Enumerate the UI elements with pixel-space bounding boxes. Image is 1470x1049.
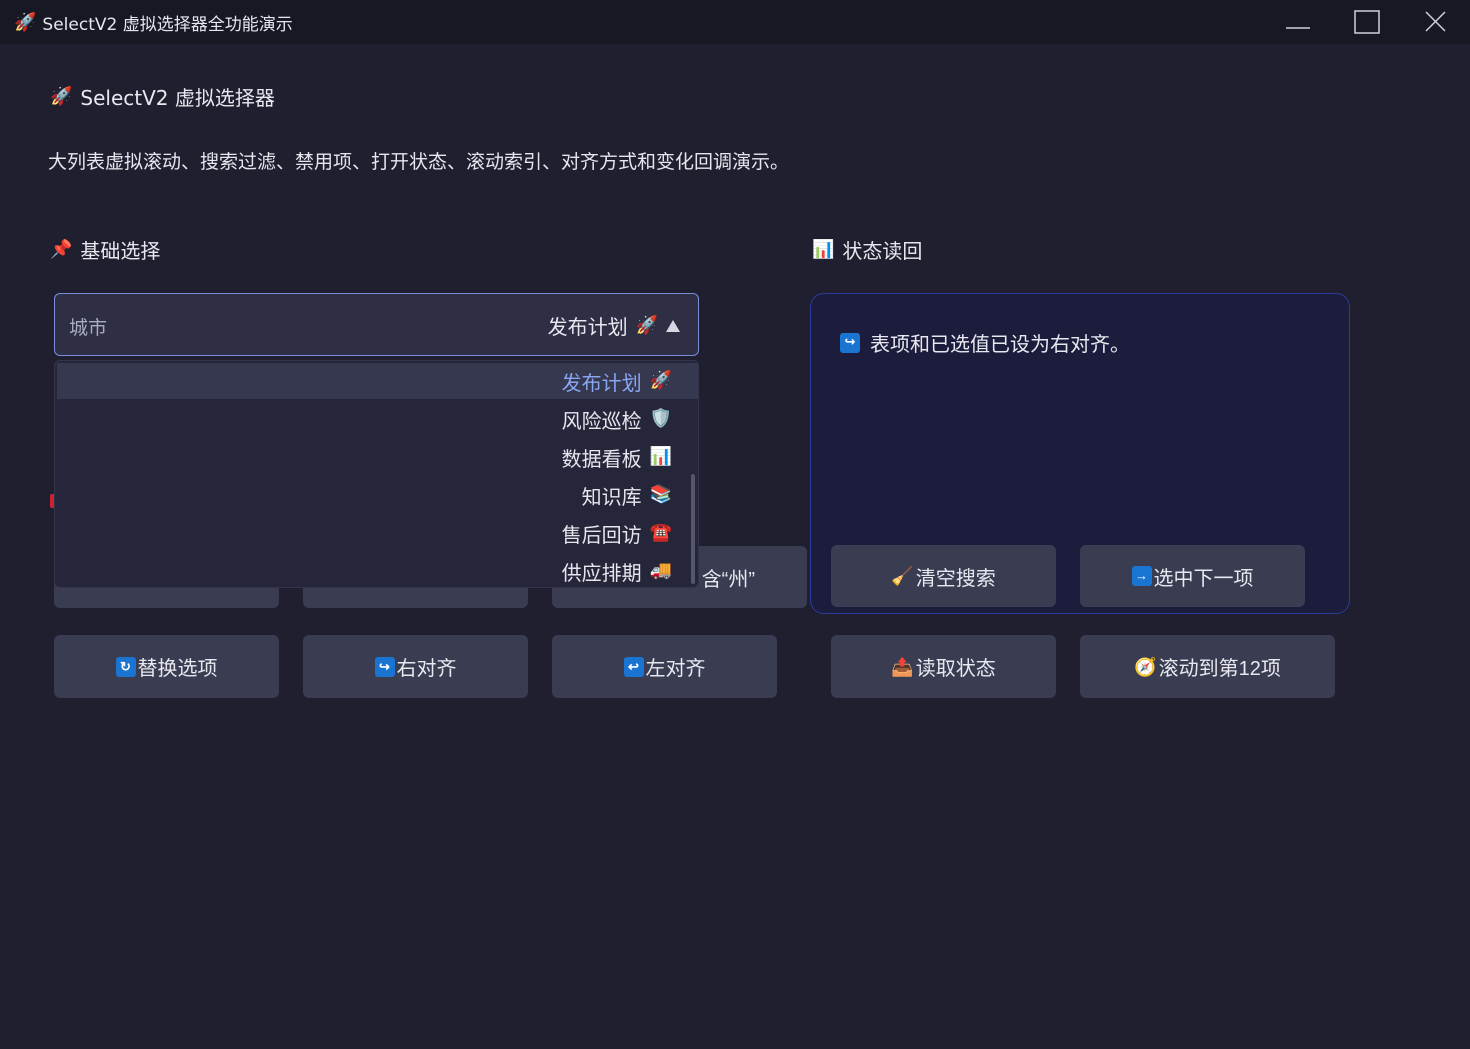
dropdown-item-label: 风险巡检 bbox=[561, 408, 642, 433]
dropdown-item[interactable]: 数据看板 📊 bbox=[57, 439, 698, 475]
telephone-icon: ☎️ bbox=[649, 522, 672, 543]
dropdown-item[interactable]: 知识库 📚 bbox=[57, 477, 698, 513]
page-title-text: SelectV2 虚拟选择器 bbox=[80, 86, 275, 110]
filter-contains-label: 含“州” bbox=[701, 568, 755, 591]
replace-options-label: 替换选项 bbox=[137, 658, 218, 680]
close-button[interactable] bbox=[1401, 0, 1470, 44]
truck-icon: 🚚 bbox=[649, 560, 672, 581]
dropdown-item-label: 知识库 bbox=[581, 484, 642, 509]
dropdown-item-label: 发布计划 bbox=[561, 370, 642, 395]
close-icon bbox=[1425, 11, 1446, 32]
refresh-icon: ↻ bbox=[115, 656, 136, 677]
outbox-tray-icon: 📤 bbox=[891, 656, 914, 677]
clear-search-button[interactable]: 🧹 清空搜索 bbox=[831, 545, 1056, 607]
align-right-label: 右对齐 bbox=[396, 658, 457, 680]
select-value-text: 发布计划 bbox=[547, 315, 628, 339]
align-right-button[interactable]: ↪ 右对齐 bbox=[303, 635, 528, 698]
section-title-state: 📊 状态读回 bbox=[812, 235, 922, 264]
window-title-text: SelectV2 虚拟选择器全功能演示 bbox=[42, 15, 293, 35]
section-title-basic-text: 基础选择 bbox=[80, 239, 161, 263]
rocket-icon: 🚀 bbox=[635, 314, 658, 336]
align-left-button[interactable]: ↩ 左对齐 bbox=[552, 635, 777, 698]
state-message-text: 表项和已选值已设为右对齐。 bbox=[870, 332, 1130, 356]
dropdown-item-label: 供应排期 bbox=[561, 560, 642, 585]
broom-icon: 🧹 bbox=[891, 566, 914, 586]
select-dropdown: 发布计划 🚀 风险巡检 🛡️ 数据看板 📊 知识库 📚 售后回访 ☎️ 供应排期… bbox=[54, 360, 699, 588]
pushpin-icon: 📌 bbox=[50, 238, 73, 260]
section-title-basic: 📌 基础选择 bbox=[50, 235, 160, 264]
section-title-state-text: 状态读回 bbox=[842, 239, 923, 263]
return-right-icon: ↪ bbox=[840, 332, 860, 353]
minimize-button[interactable] bbox=[1263, 0, 1332, 44]
select-next-button[interactable]: → 选中下一项 bbox=[1080, 545, 1305, 607]
shield-icon: 🛡️ bbox=[649, 408, 672, 429]
dropdown-scrollbar[interactable] bbox=[691, 474, 695, 584]
page-subtitle: 大列表虚拟滚动、搜索过滤、禁用项、打开状态、滚动索引、对齐方式和变化回调演示。 bbox=[48, 151, 790, 173]
bar-chart-icon: 📊 bbox=[812, 238, 835, 260]
dropdown-item-label: 售后回访 bbox=[561, 522, 642, 547]
maximize-icon bbox=[1354, 10, 1380, 34]
page-title: 🚀 SelectV2 虚拟选择器 bbox=[50, 82, 275, 111]
books-icon: 📚 bbox=[649, 484, 672, 505]
scroll-to-item-label: 滚动到第12项 bbox=[1158, 658, 1281, 680]
dropdown-item-label: 数据看板 bbox=[561, 446, 642, 471]
maximize-button[interactable] bbox=[1332, 0, 1401, 44]
dropdown-item[interactable]: 售后回访 ☎️ bbox=[57, 515, 698, 551]
bar-chart-icon: 📊 bbox=[649, 446, 672, 467]
select-label: 城市 bbox=[69, 317, 108, 339]
dropdown-item[interactable]: 风险巡检 🛡️ bbox=[57, 401, 698, 437]
right-arrow-icon: → bbox=[1131, 566, 1152, 586]
minimize-icon bbox=[1286, 27, 1310, 29]
window-title: 🚀 SelectV2 虚拟选择器全功能演示 bbox=[14, 10, 293, 35]
select-value: 发布计划 🚀 bbox=[548, 311, 680, 340]
rocket-icon: 🚀 bbox=[649, 370, 672, 391]
scroll-to-item-button[interactable]: 🧭 滚动到第12项 bbox=[1080, 635, 1335, 698]
dropdown-item[interactable]: 供应排期 🚚 bbox=[57, 553, 698, 587]
title-bar: 🚀 SelectV2 虚拟选择器全功能演示 bbox=[0, 0, 1470, 44]
replace-options-button[interactable]: ↻ 替换选项 bbox=[54, 635, 279, 698]
align-left-label: 左对齐 bbox=[645, 658, 706, 680]
caret-up-icon bbox=[666, 319, 680, 332]
state-message: ↪ 表项和已选值已设为右对齐。 bbox=[840, 328, 1130, 357]
select-next-label: 选中下一项 bbox=[1153, 567, 1254, 590]
rocket-icon: 🚀 bbox=[50, 85, 73, 107]
compass-icon: 🧭 bbox=[1134, 656, 1157, 677]
rocket-icon: 🚀 bbox=[14, 11, 37, 33]
return-left-icon: ↩ bbox=[623, 656, 644, 677]
read-state-button[interactable]: 📤 读取状态 bbox=[831, 635, 1056, 698]
read-state-label: 读取状态 bbox=[915, 658, 996, 680]
dropdown-item[interactable]: 发布计划 🚀 bbox=[57, 363, 698, 399]
clear-search-label: 清空搜索 bbox=[915, 567, 996, 590]
city-select[interactable]: 城市 发布计划 🚀 bbox=[54, 293, 699, 356]
return-right-icon: ↪ bbox=[374, 656, 395, 677]
